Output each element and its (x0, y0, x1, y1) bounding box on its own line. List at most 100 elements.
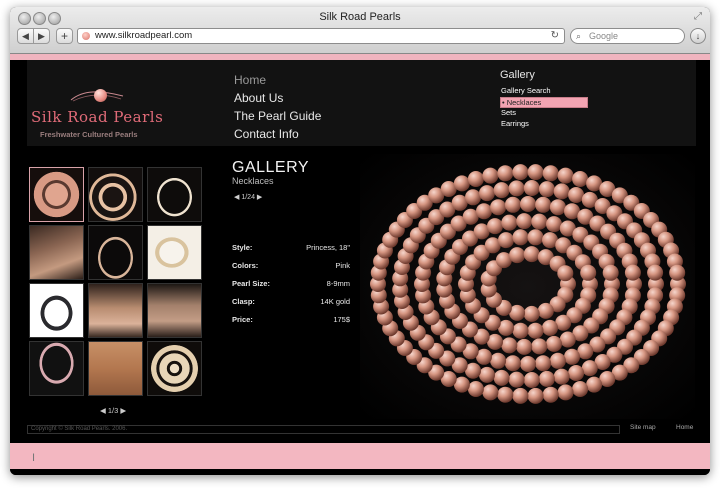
thumbnail[interactable] (147, 167, 202, 222)
pearl (487, 218, 503, 235)
spec-row: Style: Princess, 18" (232, 243, 350, 261)
pearl (557, 265, 574, 282)
address-bar[interactable]: www.silkroadpearl.com ↻ (77, 28, 565, 44)
pearl (501, 337, 518, 354)
nav-contact-info[interactable]: Contact Info (234, 125, 321, 143)
spec-label: Price: (232, 315, 253, 324)
pearl (512, 387, 529, 404)
thumbnail[interactable] (147, 341, 202, 396)
next-page-icon[interactable]: ▶ (120, 406, 126, 415)
thumbnail[interactable] (88, 283, 143, 338)
site-logo[interactable]: Silk Road Pearls (31, 108, 163, 126)
subnav-sets[interactable]: Sets (500, 108, 610, 119)
pearl (504, 355, 521, 372)
page-content: Silk Road Pearls Freshwater Cultured Pea… (10, 54, 710, 475)
thumbnail[interactable] (29, 341, 84, 396)
pearl (493, 369, 510, 386)
pearl (542, 319, 558, 336)
gallery-counter: ◀ 1/24 ▶ (234, 193, 262, 201)
pearl (602, 264, 619, 281)
forward-arrow-icon: ▶ (38, 30, 45, 41)
thumbnail[interactable] (88, 341, 143, 396)
pearl (498, 232, 514, 249)
nav-home[interactable]: Home (234, 71, 321, 89)
subnav-title[interactable]: Gallery (500, 69, 610, 81)
thumbnail-page-count: 1/3 (107, 406, 119, 415)
product-photo (360, 154, 695, 419)
site-footer: Copyright © Silk Road Pearls. 2006. Site… (27, 422, 696, 434)
thumbnail[interactable] (29, 167, 84, 222)
pearl (479, 185, 495, 202)
pearl (586, 376, 603, 393)
spec-label: Colors: (232, 261, 259, 270)
text-cursor-icon: I (32, 452, 36, 464)
back-arrow-icon: ◀ (22, 30, 29, 41)
pearl (568, 365, 585, 381)
pearl (504, 196, 521, 213)
pearl (467, 381, 484, 397)
prev-page-icon[interactable]: ◀ (100, 406, 106, 415)
pearl (497, 165, 514, 182)
pearl (512, 229, 529, 246)
pearl (557, 384, 574, 401)
next-item-icon[interactable]: ▶ (257, 194, 262, 201)
pearl (553, 183, 570, 200)
window-title: Silk Road Pearls (319, 11, 401, 23)
pearl (557, 167, 574, 184)
pearl (572, 381, 589, 397)
thumbnail[interactable] (147, 225, 202, 280)
nav-about-us[interactable]: About Us (234, 89, 321, 107)
back-button[interactable]: ◀ (17, 28, 34, 44)
pearl (527, 164, 544, 181)
search-field[interactable]: ⌕ Google (570, 28, 685, 44)
spec-value: Princess, 18" (306, 243, 350, 252)
pearl (508, 371, 525, 388)
spec-row: Pearl Size: 8-9mm (232, 279, 350, 297)
pearl (553, 368, 570, 385)
spec-value: Pink (335, 261, 350, 270)
search-placeholder: Google (589, 31, 619, 41)
thumbnail[interactable] (88, 225, 143, 280)
thumbnail[interactable] (29, 283, 84, 338)
thumbnail[interactable] (88, 167, 143, 222)
forward-button[interactable]: ▶ (33, 28, 50, 44)
site-favicon-icon (82, 32, 90, 40)
footer-site-map-link[interactable]: Site map (630, 424, 656, 431)
nav-pearl-guide[interactable]: The Pearl Guide (234, 107, 321, 125)
plus-icon: + (60, 29, 68, 43)
main-nav: Home About Us The Pearl Guide Contact In… (234, 71, 321, 143)
footer-home-link[interactable]: Home (676, 424, 693, 431)
pearl (490, 352, 507, 369)
site-tagline: Freshwater Cultured Pearls (40, 130, 138, 139)
pearl (465, 189, 481, 206)
browser-window: Silk Road Pearls ⤢ ◀ ▶ + www.silkroadpea… (10, 7, 710, 475)
pearl (527, 229, 544, 246)
pearl (535, 196, 552, 213)
pearl (520, 356, 536, 372)
spec-row: Clasp: 14K gold (232, 297, 350, 315)
spec-label: Pearl Size: (232, 279, 270, 288)
fullscreen-icon[interactable]: ⤢ (694, 11, 702, 22)
pearl (546, 216, 562, 233)
pearl (516, 338, 533, 355)
pearl (527, 322, 544, 339)
pearl (512, 322, 529, 339)
thumbnail[interactable] (29, 225, 84, 280)
download-icon: ↓ (695, 31, 701, 41)
spec-row: Colors: Pink (232, 261, 350, 279)
thumbnail[interactable] (147, 283, 202, 338)
subnav-necklaces[interactable]: • Necklaces (500, 97, 588, 108)
reload-icon[interactable]: ↻ (551, 29, 559, 43)
pearl (467, 171, 484, 187)
pearl (493, 182, 510, 199)
add-bookmark-button[interactable]: + (56, 28, 73, 44)
pearl (568, 187, 585, 203)
pearl (546, 335, 562, 352)
pearl (527, 387, 544, 404)
pearl (516, 213, 533, 230)
pearl (624, 264, 641, 281)
subnav-earrings[interactable]: Earrings (500, 119, 610, 130)
subnav-gallery-search[interactable]: Gallery Search (500, 86, 610, 97)
prev-item-icon[interactable]: ◀ (234, 194, 239, 201)
downloads-button[interactable]: ↓ (690, 28, 706, 44)
